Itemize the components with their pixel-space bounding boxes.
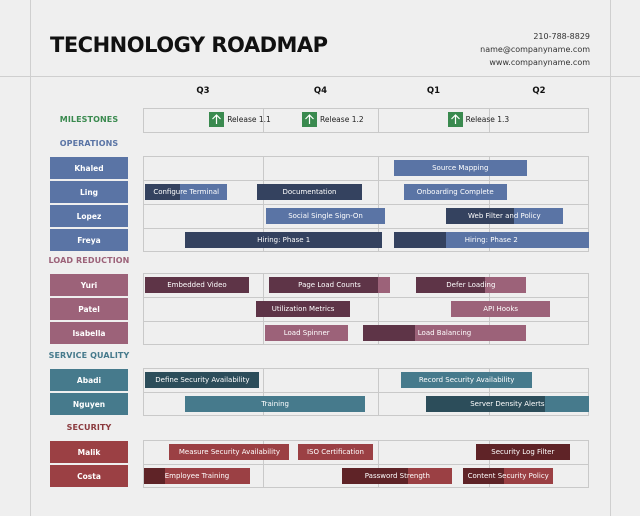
row-divider [144,297,588,298]
quarter-label-q1: Q1 [426,86,441,96]
task-bar[interactable]: Training [185,396,366,412]
task-bar[interactable]: Load Spinner [265,325,349,341]
person-label: Khaled [50,157,128,179]
task-label: Define Security Availability [155,376,250,384]
milestone-label: Release 1.3 [465,115,510,124]
task-label: API Hooks [483,305,519,313]
frame-line-left [30,0,31,516]
task-label: Content Security Policy [467,472,549,480]
task-label: Password Strength [364,472,430,480]
section-label-operations: OPERATIONS [59,139,119,148]
section-label-service-quality: SERVICE QUALITY [48,351,130,360]
arrow-up-icon [302,112,317,127]
milestone-label: Release 1.2 [320,115,364,124]
task-label: Defer Loading [446,281,496,289]
task-label: Onboarding Complete [416,188,494,196]
person-label: Abadi [50,369,128,391]
contact-website[interactable]: www.companyname.com [480,56,590,69]
row-divider [144,204,588,205]
task-label: Hiring: Phase 1 [257,236,311,244]
task-label: Page Load Counts [298,281,361,289]
person-label: Costa [50,465,128,487]
task-bar[interactable]: Configure Terminal [145,184,227,200]
person-label: Nguyen [50,393,128,415]
quarter-label-q4: Q4 [313,86,328,96]
person-label: Isabella [50,322,128,344]
task-bar[interactable]: Source Mapping [393,160,527,176]
person-label: Yuri [50,274,128,296]
task-progress [363,325,416,341]
task-bar[interactable]: Measure Security Availability [169,444,290,460]
quarter-divider [378,109,379,132]
task-bar[interactable]: Define Security Availability [145,372,260,388]
task-bar[interactable]: Utilization Metrics [255,301,351,317]
arrow-up-icon [209,112,225,127]
task-label: Training [261,400,289,408]
section-label-security: SECURITY [66,423,112,432]
task-label: Web Filter and Policy [468,212,541,220]
task-label: ISO Certification [306,448,364,456]
contact-email[interactable]: name@companyname.com [480,43,590,56]
task-bar[interactable]: Record Security Availability [401,372,532,388]
task-label: Social Single Sign-On [288,212,363,220]
quarter-label-q3: Q3 [196,86,210,96]
quarter-label-q2: Q2 [532,86,546,96]
task-label: Hiring: Phase 2 [464,236,518,244]
section-label-milestones: MILESTONES [59,115,119,124]
task-bar[interactable]: API Hooks [451,301,550,317]
section-label-load-reduction: LOAD REDUCTION [48,256,130,265]
page-title: TECHNOLOGY ROADMAP [50,33,328,57]
milestone-marker[interactable]: Release 1.3 [447,112,510,127]
person-label: Ling [50,181,128,203]
header-divider [0,76,640,77]
task-label: Measure Security Availability [178,448,280,456]
milestone-marker[interactable]: Release 1.1 [209,112,271,127]
row-divider [144,392,588,393]
task-bar[interactable]: Social Single Sign-On [266,208,385,224]
task-label: Source Mapping [432,164,489,172]
task-progress [144,468,166,484]
milestone-marker[interactable]: Release 1.2 [302,112,364,127]
task-bar[interactable]: Web Filter and Policy [445,208,563,224]
task-bar[interactable]: Security Log Filter [475,444,570,460]
task-bar[interactable]: Server Density Alerts [425,396,589,412]
task-label: Utilization Metrics [271,305,335,313]
milestone-label: Release 1.1 [227,115,271,124]
task-bar[interactable]: Employee Training [144,468,250,484]
task-bar[interactable]: Hiring: Phase 1 [185,232,383,248]
task-bar[interactable]: Documentation [257,184,362,200]
task-label: Employee Training [164,472,230,480]
task-label: Load Balancing [417,329,472,337]
task-bar[interactable]: Embedded Video [145,277,249,293]
contact-phone: 210-788-8829 [533,32,590,41]
task-label: Server Density Alerts [470,400,545,408]
task-bar[interactable]: Hiring: Phase 2 [393,232,589,248]
row-divider [144,464,588,465]
task-label: Record Security Availability [418,376,515,384]
task-label: Documentation [282,188,337,196]
task-bar[interactable]: Password Strength [342,468,453,484]
row-divider [144,180,588,181]
task-label: Embedded Video [167,281,227,289]
task-label: Security Log Filter [491,448,555,456]
task-bar[interactable]: Load Balancing [363,325,526,341]
task-bar[interactable]: Page Load Counts [268,277,391,293]
task-progress [393,232,447,248]
task-label: Load Spinner [283,329,330,337]
person-label: Freya [50,229,128,251]
row-divider [144,228,588,229]
task-bar[interactable]: Content Security Policy [463,468,553,484]
person-label: Patel [50,298,128,320]
task-label: Configure Terminal [153,188,220,196]
person-label: Lopez [50,205,128,227]
task-bar[interactable]: Defer Loading [415,277,526,293]
task-bar[interactable]: Onboarding Complete [403,184,507,200]
person-label: Malik [50,441,128,463]
contact-info: 210-788-8829 name@companyname.com www.co… [480,30,590,69]
task-bar[interactable]: ISO Certification [297,444,374,460]
arrow-up-icon [447,112,463,127]
row-divider [144,321,588,322]
frame-line-right [610,0,611,516]
